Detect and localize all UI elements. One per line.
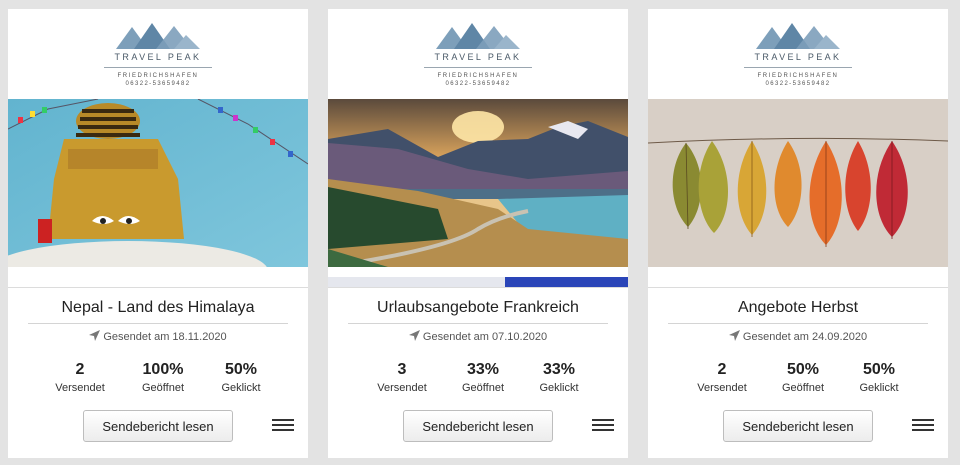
stat-clicked: 33% Geklickt [519,361,599,394]
paper-plane-icon [408,330,420,341]
logo-brand: TRAVEL PEAK [114,52,202,62]
stat-opened: 50% Geöffnet [763,361,843,394]
stat-label: Versendet [377,382,427,394]
stat-value: 50% [786,361,820,378]
campaign-card: TRAVEL PEAK FRIEDRICHSHAFEN 06322-536594… [328,9,628,458]
stat-value: 33% [466,361,500,378]
logo-phone: 06322-53659482 [445,81,511,87]
logo-phone: 06322-53659482 [125,81,191,87]
sent-date: Gesendet am 07.10.2020 [328,330,628,343]
stat-value: 50% [862,361,896,378]
read-report-button[interactable]: Sendebericht lesen [723,410,873,442]
stat-sent: 2 Versendet [40,361,120,394]
campaign-card: TRAVEL PEAK FRIEDRICHSHAFEN 06322-536594… [8,9,308,458]
divider [328,287,628,288]
stat-label: Versendet [697,382,747,394]
stat-label: Geklickt [221,382,261,394]
open-rate-progress [8,267,308,287]
open-rate-progress [328,267,628,287]
campaign-image[interactable] [648,99,948,267]
campaign-title[interactable]: Angebote Herbst [648,299,948,317]
stat-label: Versendet [55,382,105,394]
stat-label: Geöffnet [782,382,824,394]
campaign-image[interactable] [8,99,308,267]
progress-fill [505,277,628,287]
read-report-button[interactable]: Sendebericht lesen [403,410,553,442]
stat-value: 50% [224,361,258,378]
title-underline [28,323,288,324]
sent-date: Gesendet am 18.11.2020 [8,330,308,343]
paper-plane-icon [728,330,740,341]
title-underline [668,323,928,324]
stat-value: 3 [397,361,407,378]
progress-track [328,277,505,287]
stat-label: Geöffnet [142,382,184,394]
logo-city: FRIEDRICHSHAFEN [757,73,839,79]
hamburger-menu-icon[interactable] [912,419,934,433]
logo-city: FRIEDRICHSHAFEN [117,73,199,79]
divider [8,287,308,288]
title-underline [348,323,608,324]
mountain-logo-icon [436,23,520,49]
stat-sent: 3 Versendet [362,361,442,394]
stat-opened: 33% Geöffnet [443,361,523,394]
stat-value: 2 [717,361,727,378]
hamburger-menu-icon[interactable] [272,419,294,433]
sent-date-text: Gesendet am 18.11.2020 [103,331,227,343]
logo-divider [424,67,532,68]
campaign-title[interactable]: Nepal - Land des Himalaya [8,299,308,317]
stat-clicked: 50% Geklickt [201,361,281,394]
mountain-logo-icon [756,23,840,49]
logo-city: FRIEDRICHSHAFEN [437,73,519,79]
read-report-button[interactable]: Sendebericht lesen [83,410,233,442]
stat-label: Geklickt [859,382,899,394]
logo-divider [744,67,852,68]
stat-sent: 2 Versendet [682,361,762,394]
stat-label: Geöffnet [462,382,504,394]
travel-peak-logo: TRAVEL PEAK FRIEDRICHSHAFEN 06322-536594… [328,9,628,99]
logo-brand: TRAVEL PEAK [754,52,842,62]
stat-label: Geklickt [539,382,579,394]
mountain-logo-icon [116,23,200,49]
sent-date: Gesendet am 24.09.2020 [648,330,948,343]
stat-opened: 100% Geöffnet [123,361,203,394]
sent-date-text: Gesendet am 24.09.2020 [742,331,868,343]
stat-value: 33% [542,361,576,378]
stat-clicked: 50% Geklickt [839,361,919,394]
logo-phone: 06322-53659482 [765,81,831,87]
open-rate-progress [648,267,948,287]
travel-peak-logo: TRAVEL PEAK FRIEDRICHSHAFEN 06322-536594… [648,9,948,99]
hamburger-menu-icon[interactable] [592,419,614,433]
logo-brand: TRAVEL PEAK [434,52,522,62]
divider [648,287,948,288]
paper-plane-icon [89,330,101,341]
campaign-card: TRAVEL PEAK FRIEDRICHSHAFEN 06322-536594… [648,9,948,458]
stat-value: 2 [75,361,85,378]
campaign-title[interactable]: Urlaubsangebote Frankreich [328,299,628,317]
logo-divider [104,67,212,68]
travel-peak-logo: TRAVEL PEAK FRIEDRICHSHAFEN 06322-536594… [8,9,308,99]
sent-date-text: Gesendet am 07.10.2020 [422,331,548,343]
stat-value: 100% [142,361,184,378]
campaign-image[interactable] [328,99,628,267]
